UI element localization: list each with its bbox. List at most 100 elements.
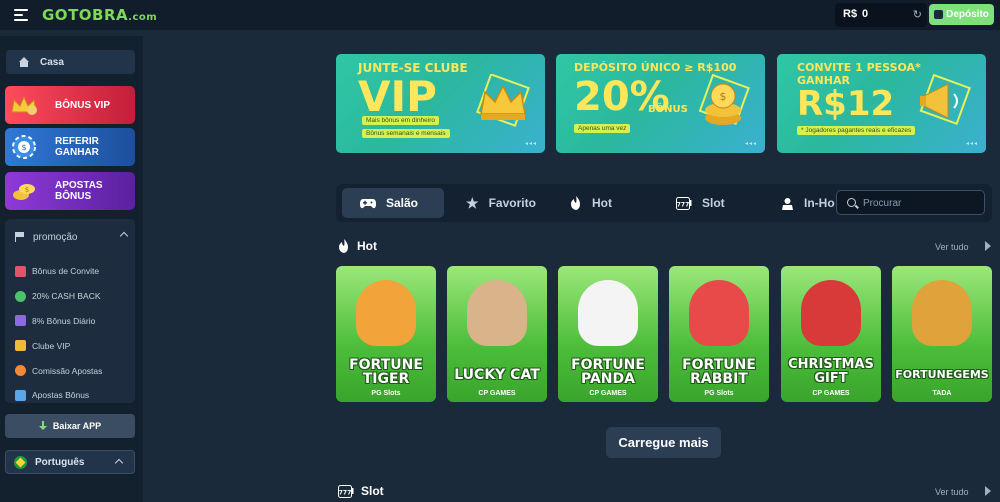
flame-icon — [339, 239, 348, 253]
game-card-fortune-tiger[interactable]: FORTUNE TIGER PG Slots — [336, 266, 436, 402]
balance-amount: 0 — [862, 8, 869, 20]
chip-icon: $ — [9, 132, 39, 162]
refresh-icon[interactable]: ↻ — [913, 8, 922, 21]
sidebar-promo-label: BÔNUS VIP — [55, 99, 111, 111]
game-provider: PG Slots — [704, 390, 734, 397]
section-header-hot: Hot — [338, 239, 377, 253]
download-icon — [38, 421, 47, 431]
promotion-item-cashback[interactable]: 20% CASH BACK — [15, 284, 133, 309]
crown-icon — [473, 73, 533, 130]
gamepad-icon — [360, 198, 376, 208]
money-bag-icon — [15, 290, 26, 302]
sidebar-item-home[interactable]: Casa — [6, 50, 135, 74]
currency-label: R$ — [843, 8, 858, 20]
megaphone-icon — [914, 73, 974, 130]
svg-text:$: $ — [25, 186, 29, 194]
banner-headline: R$12 — [797, 84, 895, 124]
coin-stack-icon: $ — [693, 73, 753, 130]
carousel-dots: ◂◂◂ — [965, 141, 978, 147]
sidebar-promo-label: REFERIR GANHAR — [55, 136, 99, 158]
game-provider: CP GAMES — [589, 390, 627, 397]
game-provider: CP GAMES — [478, 390, 516, 397]
arrow-right-icon[interactable] — [985, 486, 991, 496]
banner-deposit-bonus[interactable]: DEPÓSITO ÚNICO ≥ R$100 20% BÔNUS Apenas … — [556, 54, 765, 153]
banner-title: CONVITE 1 PESSOA* — [797, 61, 921, 74]
daily-bonus-icon — [15, 315, 26, 327]
game-title: FORTUNE RABBIT — [682, 357, 756, 387]
game-card-fortune-gems[interactable]: FORTUNEGEMS TADA — [892, 266, 992, 402]
search-input[interactable] — [863, 195, 978, 211]
arrow-right-icon[interactable] — [985, 241, 991, 251]
sidebar-promo-refer[interactable]: $ REFERIR GANHAR — [5, 128, 135, 166]
promotion-header[interactable]: promoção — [15, 230, 129, 244]
site-logo[interactable]: GOTOBRA.com — [42, 6, 157, 24]
promotion-list: Bônus de Convite 20% CASH BACK 8% Bônus … — [15, 259, 133, 408]
sidebar-promo-vip-bonus[interactable]: BÔNUS VIP — [5, 86, 135, 124]
svg-text:$: $ — [720, 90, 727, 103]
promotion-panel: promoção Bônus de Convite 20% CASH BACK … — [5, 219, 135, 403]
sidebar-promo-label: APOSTAS BÔNUS — [55, 180, 103, 202]
crown-icon — [15, 340, 26, 352]
flame-icon — [571, 196, 580, 210]
game-provider: PG Slots — [371, 390, 401, 397]
coins-icon: $ — [9, 176, 39, 206]
carousel-dots: ◂◂◂ — [744, 141, 757, 147]
download-app-button[interactable]: Baixar APP — [5, 414, 135, 438]
fortune-panda-artwork — [578, 280, 638, 346]
promotion-item-invite-bonus[interactable]: Bônus de Convite — [15, 259, 133, 284]
tab-lobby[interactable]: Salão — [342, 188, 444, 218]
language-selector[interactable]: Português — [5, 450, 135, 474]
menu-toggle-icon[interactable] — [14, 7, 32, 23]
tab-slot[interactable]: 777 Slot — [676, 188, 756, 218]
balance-display: R$ 0 ↻ — [835, 3, 927, 27]
sidebar: Casa BÔNUS VIP $ REFERIR GANHAR $ APOSTAS… — [0, 36, 143, 502]
banner-tag: Bônus semanais e mensais — [362, 129, 450, 138]
see-all-hot-link[interactable]: Ver tudo — [935, 242, 969, 252]
game-card-christmas-gift[interactable]: CHRISTMAS GIFT CP GAMES — [781, 266, 881, 402]
chevron-up-icon — [119, 231, 129, 241]
wallet-icon — [934, 10, 944, 19]
ticket-icon — [15, 389, 26, 401]
promotion-item-vip-club[interactable]: Clube VIP — [15, 333, 133, 358]
game-title: FORTUNEGEMS — [895, 368, 989, 381]
promotion-item-daily-bonus[interactable]: 8% Bônus Diário — [15, 309, 133, 334]
home-icon — [18, 57, 30, 67]
promotion-item-bet-bonus[interactable]: Apostas Bônus — [15, 383, 133, 408]
slot-777-icon: 777 — [338, 484, 354, 498]
game-card-fortune-rabbit[interactable]: FORTUNE RABBIT PG Slots — [669, 266, 769, 402]
banner-invite-friend[interactable]: CONVITE 1 PESSOA* GANHAR R$12 * Jogadore… — [777, 54, 986, 153]
banner-headline: VIP — [358, 72, 437, 121]
tab-favorites[interactable]: ★ Favorito — [466, 188, 556, 218]
game-title: FORTUNE TIGER — [349, 357, 423, 387]
game-title: FORTUNE PANDA — [571, 357, 645, 387]
flag-icon — [15, 232, 25, 242]
brazil-flag-icon — [14, 455, 27, 469]
coin-icon — [15, 365, 26, 377]
svg-text:777: 777 — [677, 201, 690, 208]
game-card-lucky-cat[interactable]: LUCKY CAT CP GAMES — [447, 266, 547, 402]
crown-icon — [9, 90, 39, 120]
game-card-fortune-panda[interactable]: FORTUNE PANDA CP GAMES — [558, 266, 658, 402]
lucky-cat-artwork — [467, 280, 527, 346]
fortune-gems-artwork — [912, 280, 972, 346]
search-icon — [847, 198, 856, 207]
category-tabs: Salão ★ Favorito Hot 777 Slot In-Ho — [336, 184, 992, 222]
svg-text:$: $ — [21, 143, 26, 152]
see-all-slot-link[interactable]: Ver tudo — [935, 487, 969, 497]
promotion-item-bet-commission[interactable]: Comissão Apostas — [15, 358, 133, 383]
fortune-rabbit-artwork — [689, 280, 749, 346]
slot-777-icon: 777 — [676, 196, 692, 210]
star-icon: ★ — [466, 194, 479, 211]
christmas-gift-artwork — [801, 280, 861, 346]
banner-vip-club[interactable]: JUNTE-SE CLUBE VIP Mais bônus em dinheir… — [336, 54, 545, 153]
game-title: LUCKY CAT — [454, 367, 540, 383]
tab-hot[interactable]: Hot — [570, 188, 640, 218]
section-header-slot: 777 Slot — [338, 484, 384, 498]
carousel-dots: ◂◂◂ — [524, 141, 537, 147]
tab-in-house[interactable]: In-Ho — [781, 188, 839, 218]
load-more-button[interactable]: Carregue mais — [606, 427, 721, 458]
banner-title: DEPÓSITO ÚNICO ≥ R$100 — [574, 61, 737, 74]
sidebar-promo-bet-bonus[interactable]: $ APOSTAS BÔNUS — [5, 172, 135, 210]
search-box — [836, 190, 985, 215]
deposit-button[interactable]: Depósito — [929, 4, 994, 25]
